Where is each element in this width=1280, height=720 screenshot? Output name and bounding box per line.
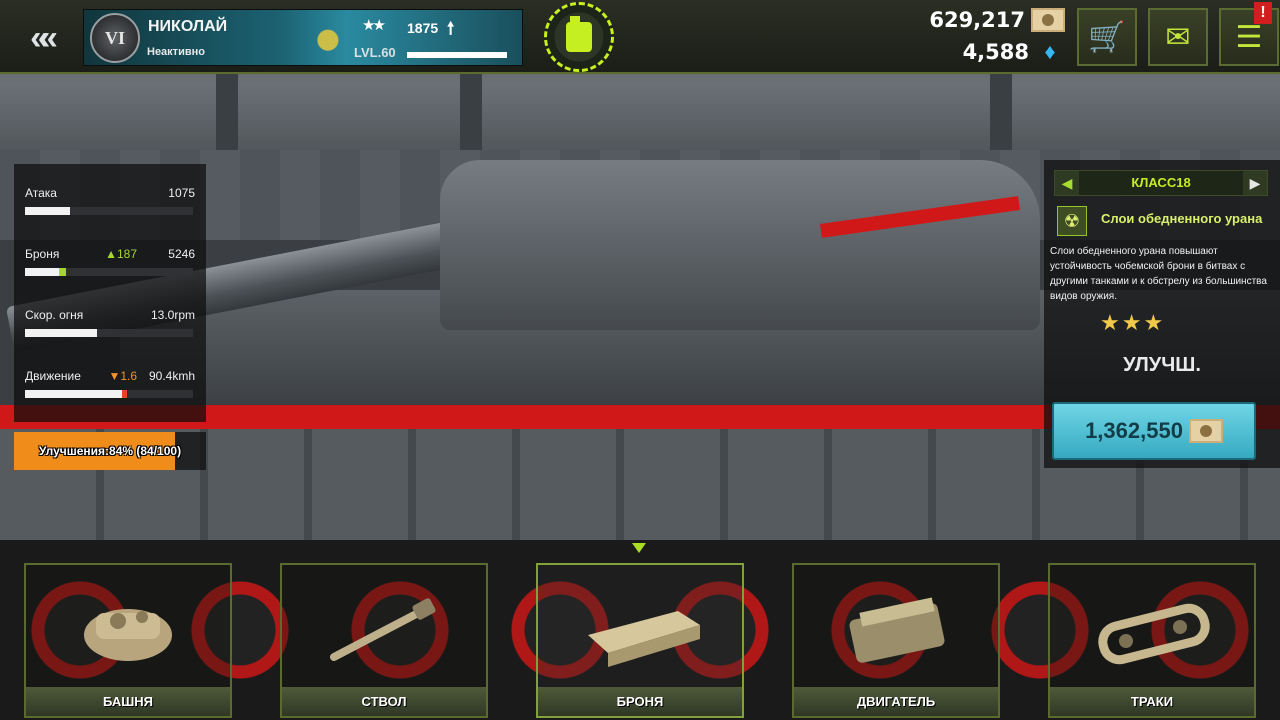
- shop-button[interactable]: 🛒: [1077, 8, 1137, 66]
- turret-part-icon: [84, 609, 172, 661]
- upgrade-progress-bar: Улучшения:84% (84/100): [14, 432, 206, 470]
- module-name: Слои обедненного урана: [1101, 211, 1263, 226]
- player-level: LVL.60: [354, 45, 396, 60]
- upgrade-progress-text: Улучшения:84% (84/100): [38, 444, 182, 458]
- tab-armor[interactable]: БРОНЯ: [536, 563, 744, 718]
- diamond-icon: ♦: [1044, 39, 1056, 64]
- stat-label: Атака: [25, 186, 57, 200]
- stat-delta-down: ▼1.6: [108, 369, 137, 383]
- module-star-rating: ★★★: [1100, 310, 1166, 335]
- rank-emblem-icon: VI: [90, 13, 140, 63]
- stat-bar: [25, 207, 193, 215]
- gem-amount: 4,588: [962, 40, 1029, 64]
- stat-bar-fill: [25, 329, 97, 337]
- stat-value: 1075: [168, 186, 195, 200]
- gold-amount: 629,217: [929, 8, 1025, 32]
- stat-value: 5246: [168, 247, 195, 261]
- class-label: КЛАСС18: [1131, 175, 1191, 190]
- arrow-left-icon: ◀: [1061, 174, 1073, 191]
- envelope-icon: ✉: [1165, 20, 1191, 54]
- class-prev-button[interactable]: ◀: [1055, 171, 1079, 195]
- arrow-right-icon: ▶: [1249, 174, 1261, 191]
- engine-part-icon: [849, 597, 945, 663]
- tab-turret[interactable]: БАШНЯ: [24, 563, 232, 718]
- back-arrow-icon: «: [39, 18, 58, 57]
- fuel-button[interactable]: [544, 2, 614, 72]
- tab-label: ТРАКИ: [1050, 687, 1254, 716]
- rank-stars-icon: ★★: [362, 17, 386, 34]
- back-button[interactable]: ««: [14, 18, 64, 57]
- cash-icon: [1031, 8, 1065, 32]
- stat-bar: [25, 390, 193, 398]
- player-status: Неактивно: [147, 46, 205, 58]
- stat-attack: Атака 1075: [25, 186, 195, 226]
- stat-value: 13.0rpm: [150, 308, 195, 322]
- notification-badge: !: [1254, 2, 1272, 24]
- tracks-part-icon: [1098, 603, 1210, 665]
- cart-icon: 🛒: [1088, 20, 1126, 54]
- kazakhstan-flag-icon: [296, 24, 354, 60]
- tab-label: БАШНЯ: [26, 687, 230, 716]
- chat-icon: ☰: [1235, 20, 1263, 54]
- fuel-can-icon: [566, 16, 592, 52]
- stat-delta-up: ▲187: [105, 247, 137, 261]
- tab-label: ДВИГАТЕЛЬ: [794, 687, 998, 716]
- stat-fire-rate: Скор. огня 13.0rpm: [25, 308, 195, 348]
- stat-value: 90.4kmh: [148, 369, 195, 383]
- tab-barrel[interactable]: СТВОЛ: [280, 563, 488, 718]
- stat-bar-fill: [25, 390, 122, 398]
- tab-label: СТВОЛ: [282, 687, 486, 716]
- stat-bar: [25, 329, 193, 337]
- upgrade-price: 1,362,550: [1085, 418, 1183, 443]
- xp-bar: [407, 52, 507, 58]
- upgrade-buy-button[interactable]: 1,362,550: [1052, 402, 1256, 460]
- stat-label: Движение: [25, 369, 81, 383]
- xp-value: 1875: [407, 20, 439, 36]
- gem-balance: 4,588 ♦: [963, 40, 1065, 64]
- stat-armor: Броня ▲187 5246: [25, 247, 195, 287]
- stat-label: Броня: [25, 247, 60, 261]
- back-arrow-icon: «: [30, 18, 49, 57]
- tank-stats-panel: Атака 1075 Броня ▲187 5246 Скор. огня 13…: [14, 164, 206, 422]
- stat-bar-fill: [25, 207, 70, 215]
- xp-up-arrow-icon: 🠕: [447, 19, 455, 38]
- tab-label: БРОНЯ: [538, 687, 742, 716]
- stat-bar-penalty: [122, 390, 127, 398]
- selected-tab-indicator-icon: [632, 543, 646, 553]
- class-next-button[interactable]: ▶: [1243, 171, 1267, 195]
- stat-bar: [25, 268, 193, 276]
- upgrade-label: УЛУЧШ.: [1123, 354, 1201, 376]
- player-name: НИКОЛАЙ: [148, 18, 228, 35]
- armor-part-icon: [588, 611, 700, 667]
- stat-bar-bonus: [59, 268, 66, 276]
- stat-bar-fill: [25, 268, 59, 276]
- class-selector: ◀ КЛАСС18 ▶: [1054, 170, 1268, 196]
- tab-tracks[interactable]: ТРАКИ: [1048, 563, 1256, 718]
- tank-turret: [440, 160, 1040, 330]
- cash-icon: [1188, 419, 1223, 443]
- gold-balance: 629,217: [929, 8, 1065, 32]
- module-description: Слои обедненного урана повышают устойчив…: [1050, 246, 1267, 302]
- top-bar: «« VI НИКОЛАЙ Неактивно ★★ LVL.60 1875 🠕…: [0, 0, 1280, 74]
- barrel-part-icon: [330, 598, 436, 661]
- stat-movement: Движение ▼1.6 90.4kmh: [25, 369, 195, 409]
- mail-button[interactable]: ✉: [1148, 8, 1208, 66]
- player-card[interactable]: VI НИКОЛАЙ Неактивно ★★ LVL.60 1875 🠕: [83, 9, 523, 66]
- stat-label: Скор. огня: [25, 308, 84, 322]
- tab-engine[interactable]: ДВИГАТЕЛЬ: [792, 563, 1000, 718]
- radiation-module-icon: ☢: [1057, 206, 1087, 236]
